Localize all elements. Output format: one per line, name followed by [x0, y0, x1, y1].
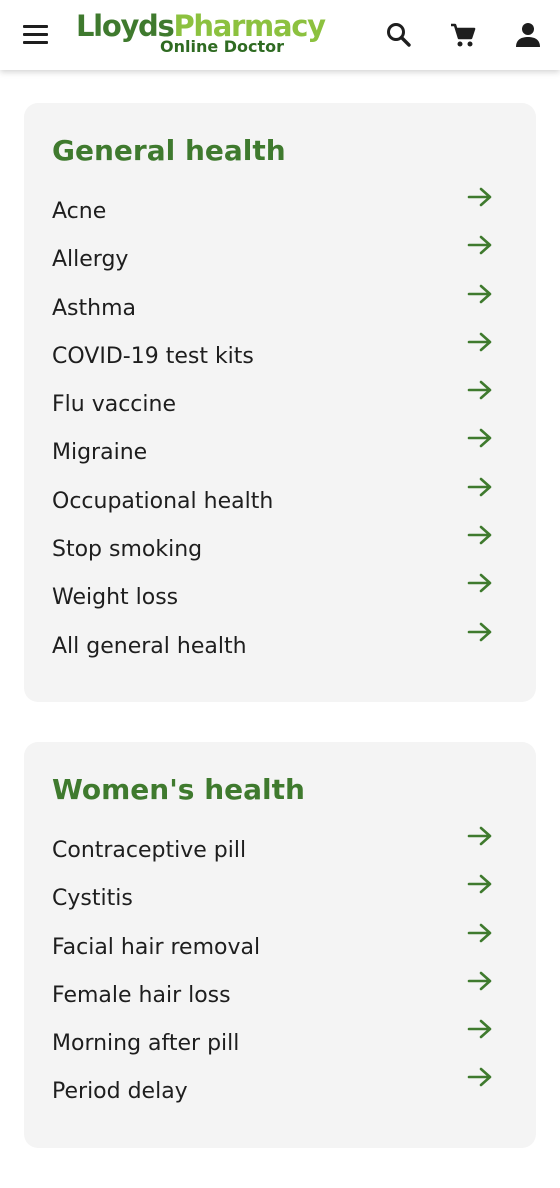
- arrow-right-icon: [466, 475, 494, 499]
- arrow-right-icon: [466, 1017, 494, 1041]
- arrow-right-icon: [466, 921, 494, 945]
- list-item-label: Contraceptive pill: [52, 837, 247, 863]
- list-item-label: Cystitis: [52, 886, 133, 912]
- menu-line: [23, 41, 48, 44]
- list-item-label: Allergy: [52, 247, 129, 273]
- list-item[interactable]: COVID-19 test kits: [52, 332, 508, 390]
- list-item-label: Facial hair removal: [52, 934, 261, 960]
- arrow-right-icon: [466, 233, 494, 257]
- list-item-label: Asthma: [52, 295, 136, 321]
- category-list: General health Acne Allergy Asthma COVID…: [24, 103, 536, 1188]
- section-title: General health: [52, 134, 286, 167]
- list-item-label: Flu vaccine: [52, 392, 176, 418]
- list-item-label: Morning after pill: [52, 1031, 240, 1057]
- list-item-label: Stop smoking: [52, 537, 203, 563]
- section-title: Women's health: [52, 772, 305, 806]
- list-item[interactable]: Stop smoking: [52, 525, 508, 583]
- logo-lloyds-text: Lloyds: [76, 9, 175, 43]
- womens-health-links: Contraceptive pill Cystitis Facial hair …: [52, 826, 508, 1126]
- general-health-card: General health Acne Allergy Asthma COVID…: [24, 103, 536, 702]
- menu-line: [23, 33, 48, 36]
- arrow-right-icon: [466, 523, 494, 547]
- arrow-right-icon: [466, 571, 494, 595]
- arrow-right-icon: [466, 282, 494, 306]
- arrow-right-icon: [466, 330, 494, 354]
- list-item[interactable]: Asthma: [52, 284, 508, 342]
- list-item[interactable]: Female hair loss: [52, 971, 508, 1029]
- list-item[interactable]: Acne: [52, 187, 508, 245]
- list-item[interactable]: Period delay: [52, 1068, 508, 1125]
- arrow-right-icon: [466, 185, 494, 209]
- arrow-right-icon: [466, 378, 494, 402]
- arrow-right-icon: [466, 872, 494, 896]
- list-item-label: COVID-19 test kits: [52, 343, 254, 369]
- list-item[interactable]: Migraine: [52, 429, 508, 486]
- list-item[interactable]: Allergy: [52, 235, 508, 293]
- arrow-right-icon: [466, 426, 494, 450]
- arrow-right-icon: [466, 969, 494, 993]
- shopping-cart-icon[interactable]: [448, 20, 478, 50]
- list-item-label: Weight loss: [52, 585, 179, 611]
- list-item[interactable]: Facial hair removal: [52, 923, 508, 981]
- menu-line: [23, 25, 48, 28]
- list-item-label: Period delay: [52, 1079, 188, 1105]
- general-health-links: Acne Allergy Asthma COVID-19 test kits F…: [52, 187, 508, 680]
- account-icon[interactable]: [513, 20, 543, 50]
- search-icon[interactable]: [384, 20, 414, 50]
- lloyds-pharmacy-logo[interactable]: LloydsPharmacy Online Doctor: [76, 8, 326, 60]
- list-item[interactable]: Weight loss: [52, 574, 508, 631]
- list-item[interactable]: Morning after pill: [52, 1019, 508, 1077]
- list-item-label: Migraine: [52, 440, 148, 466]
- list-item[interactable]: Occupational health: [52, 477, 508, 535]
- site-header: LloydsPharmacy Online Doctor: [0, 0, 560, 70]
- list-item-label: Occupational health: [52, 488, 274, 514]
- list-item-label: Female hair loss: [52, 982, 231, 1008]
- list-item-label: Acne: [52, 199, 107, 224]
- womens-health-card: Women's health Contraceptive pill Cystit…: [24, 741, 536, 1148]
- list-item-label: All general health: [52, 633, 247, 659]
- list-item[interactable]: All general health: [52, 622, 508, 680]
- hamburger-menu-icon[interactable]: [20, 21, 50, 49]
- list-item[interactable]: Flu vaccine: [52, 380, 508, 438]
- arrow-right-icon: [466, 620, 494, 644]
- arrow-right-icon: [466, 824, 494, 848]
- list-item[interactable]: Cystitis: [52, 874, 508, 932]
- arrow-right-icon: [466, 1065, 494, 1089]
- logo-subtitle: Online Doctor: [160, 37, 285, 56]
- list-item[interactable]: Contraceptive pill: [52, 826, 508, 884]
